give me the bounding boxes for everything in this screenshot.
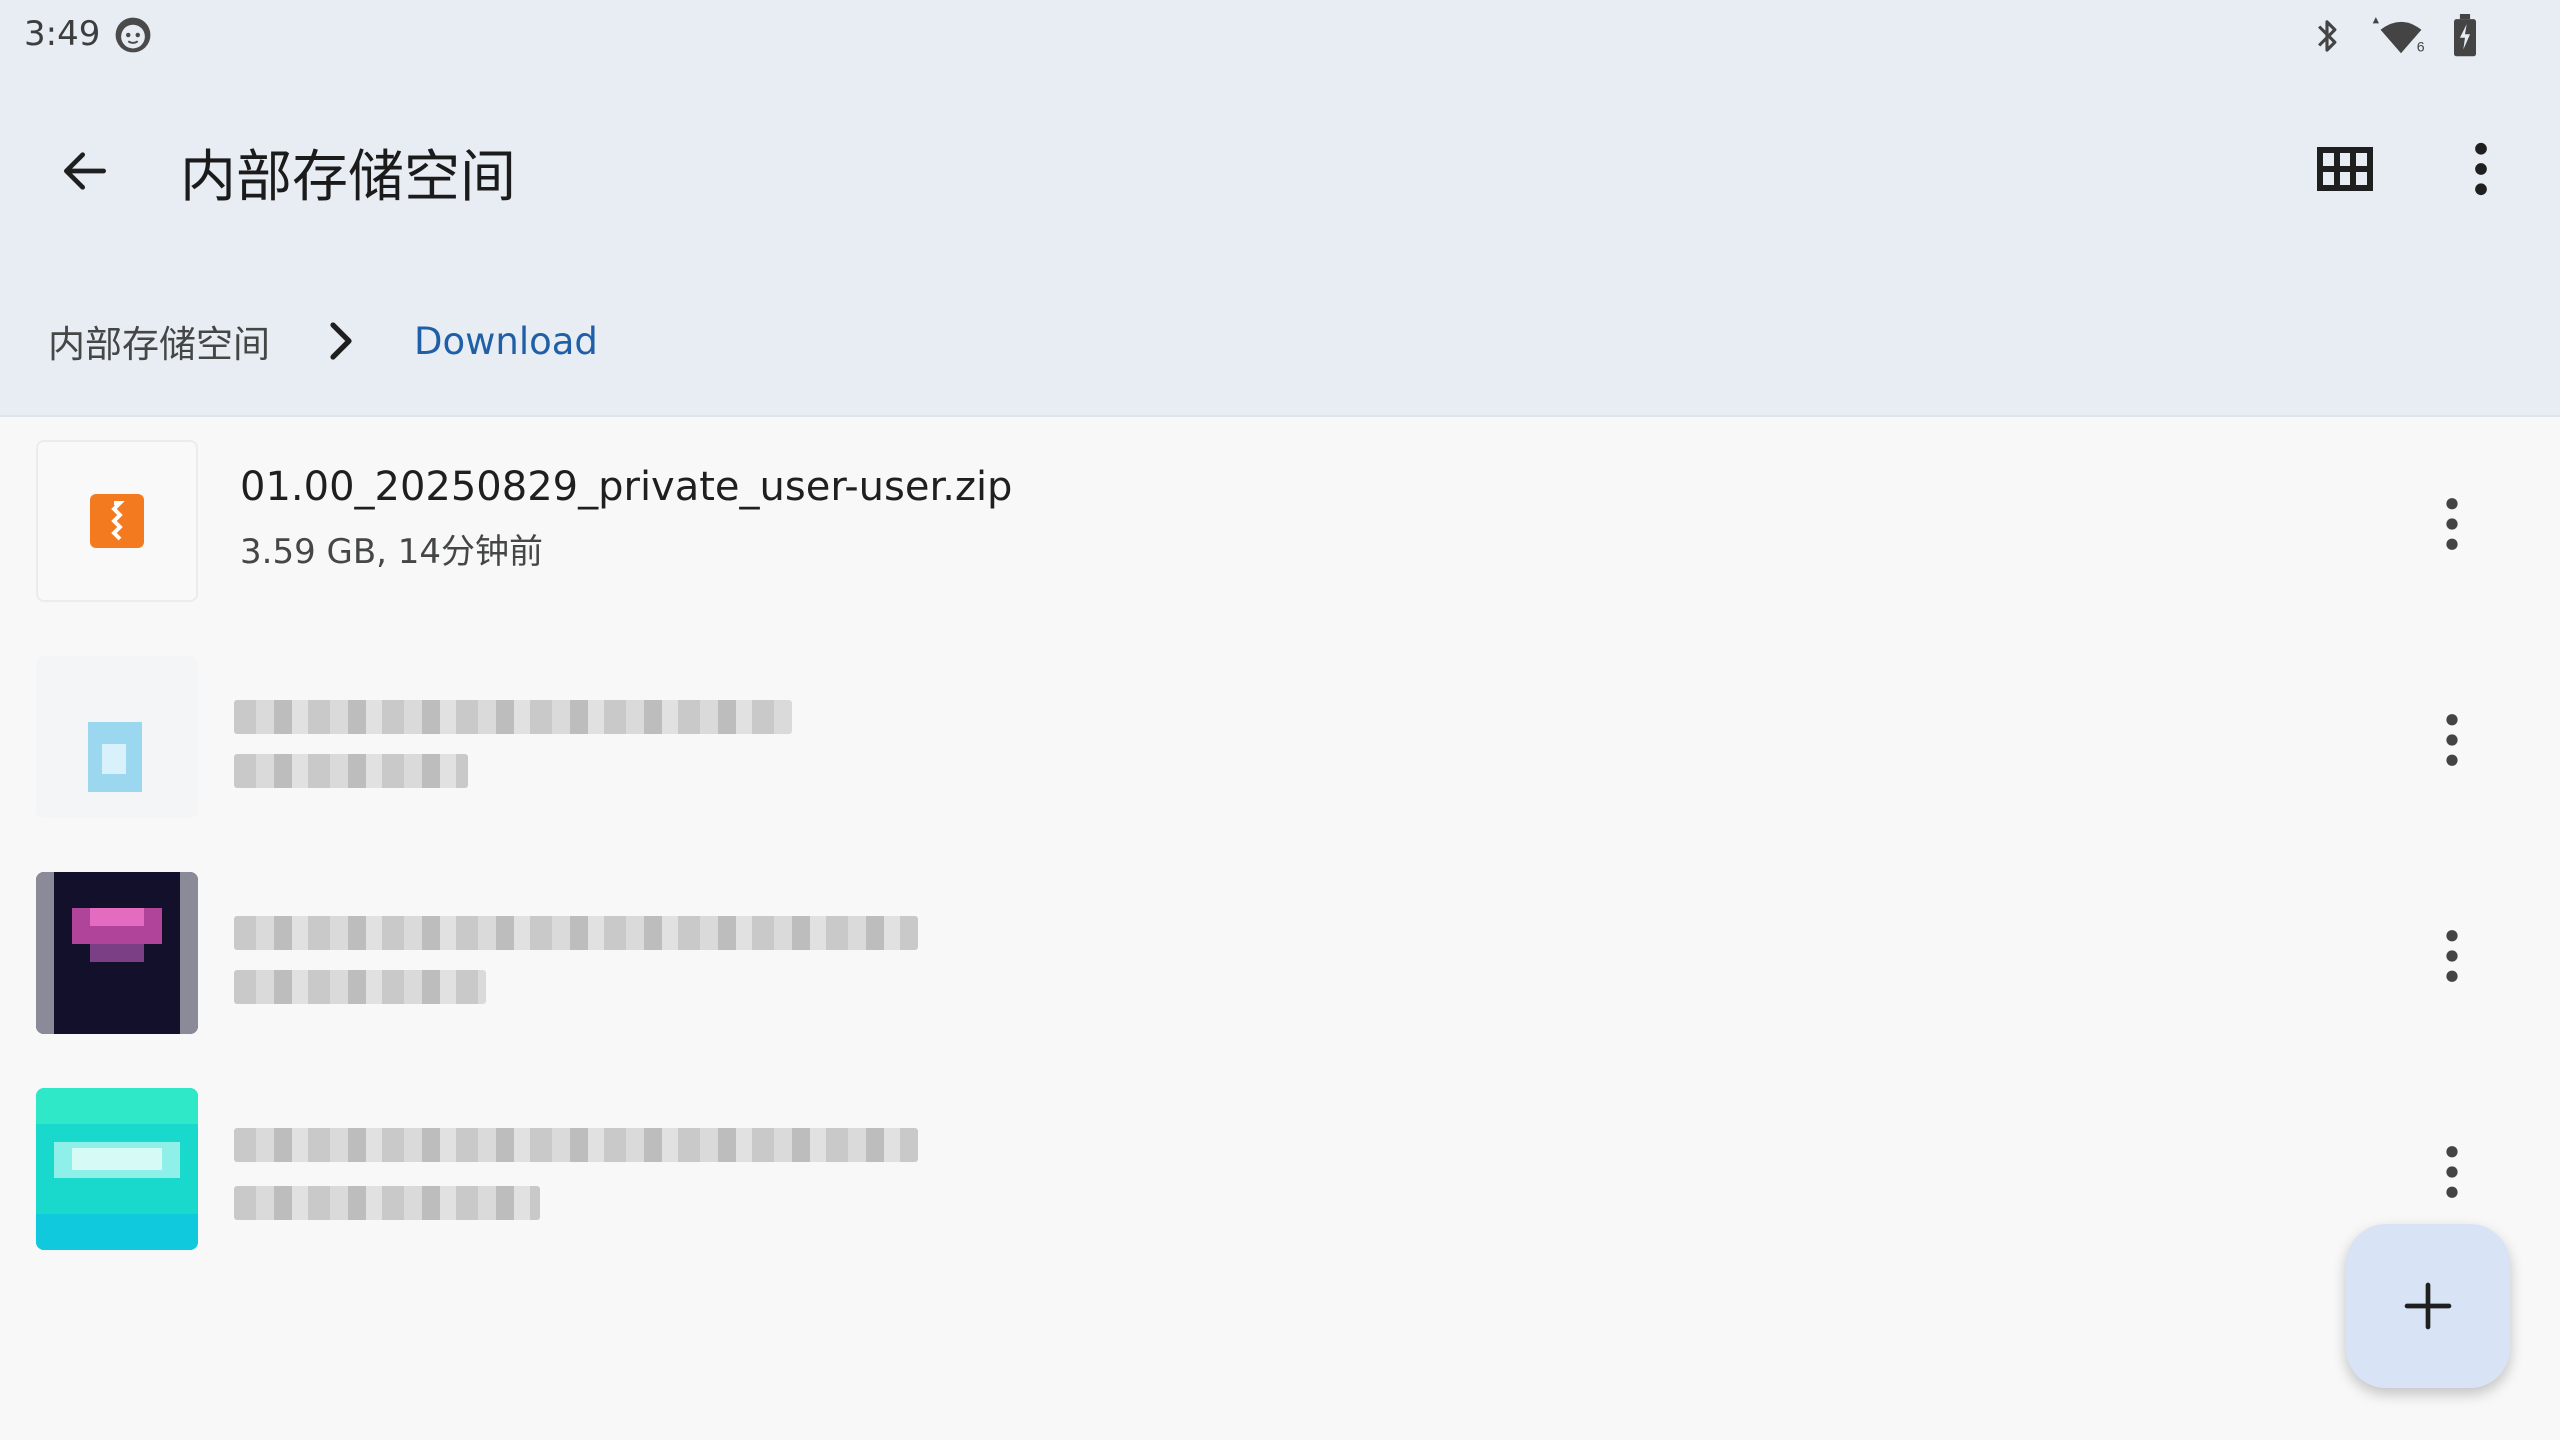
more-vert-icon: [2446, 930, 2458, 982]
breadcrumb-current[interactable]: Download: [414, 320, 598, 363]
file-meta: 3.59 GB, 14分钟前: [240, 532, 544, 572]
item-more-button[interactable]: [2408, 696, 2496, 784]
list-item[interactable]: 01.00_20250829_private_user-user.zip 3.5…: [0, 420, 2560, 636]
blurred-file-name: [234, 700, 792, 734]
blurred-file-name: [234, 916, 918, 950]
blurred-file-name: [234, 1128, 918, 1162]
blurred-file-meta: [234, 1186, 540, 1220]
grid-view-icon: [2317, 147, 2373, 191]
wifi-icon: 6: [2372, 17, 2425, 55]
blurred-file-meta: [234, 970, 486, 1004]
zip-file-icon: [36, 440, 198, 602]
back-button[interactable]: [42, 128, 128, 214]
plus-icon: [2404, 1282, 2452, 1330]
blurred-file-icon: [36, 656, 198, 818]
page-title: 内部存储空间: [180, 145, 516, 210]
item-more-button[interactable]: [2408, 912, 2496, 1000]
item-more-button[interactable]: [2408, 1128, 2496, 1216]
more-vert-icon: [2446, 1146, 2458, 1198]
blurred-file-meta: [234, 754, 468, 788]
wifi-label: 6: [2417, 39, 2425, 55]
more-vert-icon: [2475, 142, 2487, 196]
chevron-right-icon: [312, 321, 372, 361]
battery-charging-icon: [2454, 14, 2476, 57]
blurred-image-thumb: [36, 1088, 198, 1250]
blurred-image-thumb: [36, 872, 198, 1034]
status-bar: 3:49 6: [0, 0, 2560, 72]
list-item[interactable]: [0, 1068, 2560, 1284]
more-vert-icon: [2446, 714, 2458, 766]
breadcrumb: 内部存储空间 Download: [48, 312, 598, 370]
more-options-button[interactable]: [2438, 124, 2524, 214]
face-icon: [115, 17, 151, 53]
item-more-button[interactable]: [2408, 480, 2496, 568]
more-vert-icon: [2446, 498, 2458, 550]
add-fab-button[interactable]: [2346, 1224, 2510, 1388]
list-item[interactable]: [0, 852, 2560, 1068]
breadcrumb-root[interactable]: 内部存储空间: [48, 314, 270, 368]
list-item[interactable]: [0, 636, 2560, 852]
file-name: 01.00_20250829_private_user-user.zip: [240, 464, 1013, 510]
bluetooth-icon: [2318, 20, 2337, 52]
arrow-left-icon: [63, 152, 106, 190]
top-app-area: 3:49 6 内部存储空间 内部存储空间 Download: [0, 0, 2560, 417]
status-time: 3:49: [24, 14, 101, 54]
grid-view-button[interactable]: [2300, 124, 2390, 214]
